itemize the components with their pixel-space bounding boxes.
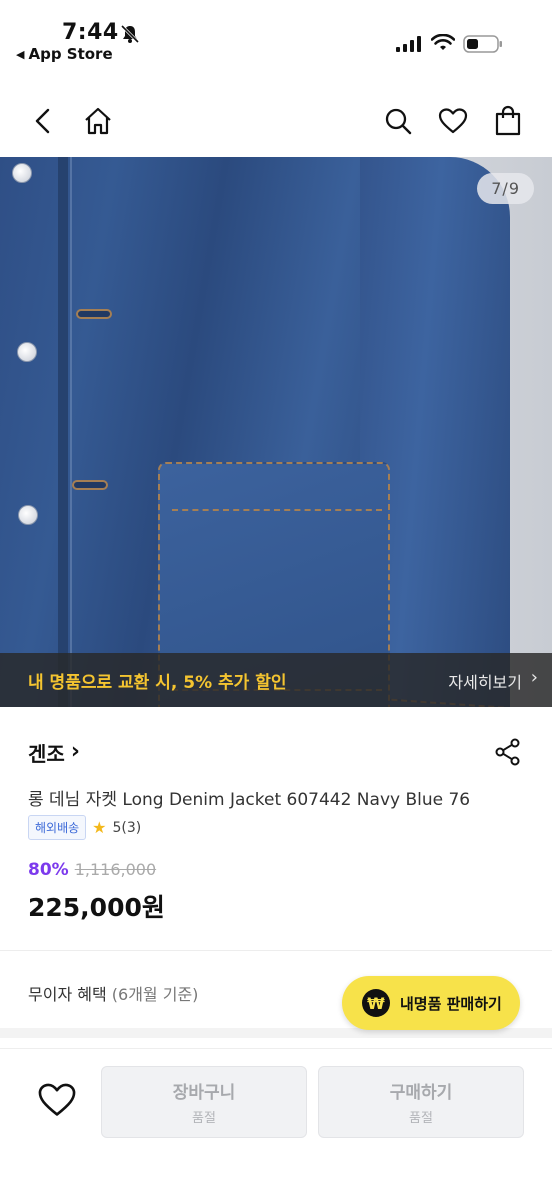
overseas-shipping-badge: 해외배송 bbox=[28, 815, 87, 840]
product-image[interactable]: 7/9 내 명품으로 교환 시, 5% 추가 할인 자세히보기 › bbox=[0, 157, 552, 707]
wishlist-heart-icon[interactable] bbox=[36, 1079, 78, 1121]
jacket-button bbox=[17, 342, 37, 362]
wifi-icon bbox=[431, 34, 455, 50]
status-time: 7:44 bbox=[62, 20, 119, 45]
benefit-sub: (6개월 기준) bbox=[111, 985, 199, 1004]
jacket-buttonhole bbox=[76, 309, 112, 319]
shopping-bag-icon[interactable] bbox=[492, 105, 524, 137]
tag-row: 해외배송 ★ 5(3) bbox=[28, 815, 141, 840]
battery-icon bbox=[463, 35, 502, 53]
jacket-button bbox=[18, 505, 38, 525]
share-icon[interactable] bbox=[494, 738, 522, 766]
promo-detail-link[interactable]: 자세히보기 bbox=[448, 669, 522, 693]
bottom-action-bar: 장바구니 품절 구매하기 품절 bbox=[0, 1048, 552, 1200]
installment-benefit[interactable]: 무이자 혜택 (6개월 기준) bbox=[28, 981, 198, 1005]
product-title: 롱 데님 자켓 Long Denim Jacket 607442 Navy Bl… bbox=[28, 790, 471, 810]
won-icon: ₩ bbox=[362, 989, 390, 1017]
back-icon[interactable] bbox=[28, 105, 60, 137]
sell-my-luxury-button[interactable]: ₩ 내명품 판매하기 bbox=[342, 976, 520, 1030]
cart-sold-out-label: 품절 bbox=[192, 1111, 216, 1126]
discount-row: 80% 1,116,000 bbox=[28, 860, 156, 880]
promo-banner-text: 내 명품으로 교환 시, 5% 추가 할인 bbox=[28, 673, 287, 693]
benefit-label: 무이자 혜택 bbox=[28, 985, 107, 1004]
bell-off-icon bbox=[120, 24, 140, 44]
jacket-placket bbox=[58, 157, 68, 707]
brand-link[interactable]: 겐조 › bbox=[28, 738, 80, 767]
sell-button-label: 내명품 판매하기 bbox=[400, 994, 502, 1013]
image-counter: 7/9 bbox=[477, 173, 534, 204]
brand-name: 겐조 bbox=[28, 742, 65, 766]
placket-stitch bbox=[70, 157, 72, 707]
back-to-app-store[interactable]: ◀ App Store bbox=[16, 45, 113, 63]
original-price: 1,116,000 bbox=[74, 860, 157, 879]
search-icon[interactable] bbox=[382, 105, 414, 137]
heart-icon[interactable] bbox=[437, 105, 469, 137]
rating-text[interactable]: 5(3) bbox=[113, 820, 142, 836]
promo-banner[interactable]: 내 명품으로 교환 시, 5% 추가 할인 자세히보기 › bbox=[0, 653, 552, 707]
star-icon: ★ bbox=[92, 818, 107, 837]
back-triangle-icon: ◀ bbox=[16, 47, 25, 61]
signal-icon bbox=[396, 36, 421, 52]
cart-button-label: 장바구니 bbox=[172, 1083, 236, 1103]
back-app-label: App Store bbox=[28, 45, 113, 63]
discount-rate: 80% bbox=[28, 860, 69, 880]
sale-price: 225,000원 bbox=[28, 893, 165, 922]
pocket-stitch bbox=[172, 509, 382, 515]
add-to-cart-button[interactable]: 장바구니 품절 bbox=[101, 1066, 307, 1138]
jacket-button bbox=[12, 163, 32, 183]
buy-button-label: 구매하기 bbox=[389, 1083, 453, 1103]
chevron-right-icon: › bbox=[70, 739, 80, 764]
divider bbox=[0, 950, 552, 951]
home-icon[interactable] bbox=[82, 105, 114, 137]
buy-now-button[interactable]: 구매하기 품절 bbox=[318, 1066, 524, 1138]
status-bar: 7:44 ◀ App Store bbox=[0, 0, 552, 72]
top-nav bbox=[0, 95, 552, 147]
jacket-buttonhole bbox=[72, 480, 108, 490]
buy-sold-out-label: 품절 bbox=[409, 1111, 433, 1126]
chevron-right-icon: › bbox=[530, 667, 538, 688]
